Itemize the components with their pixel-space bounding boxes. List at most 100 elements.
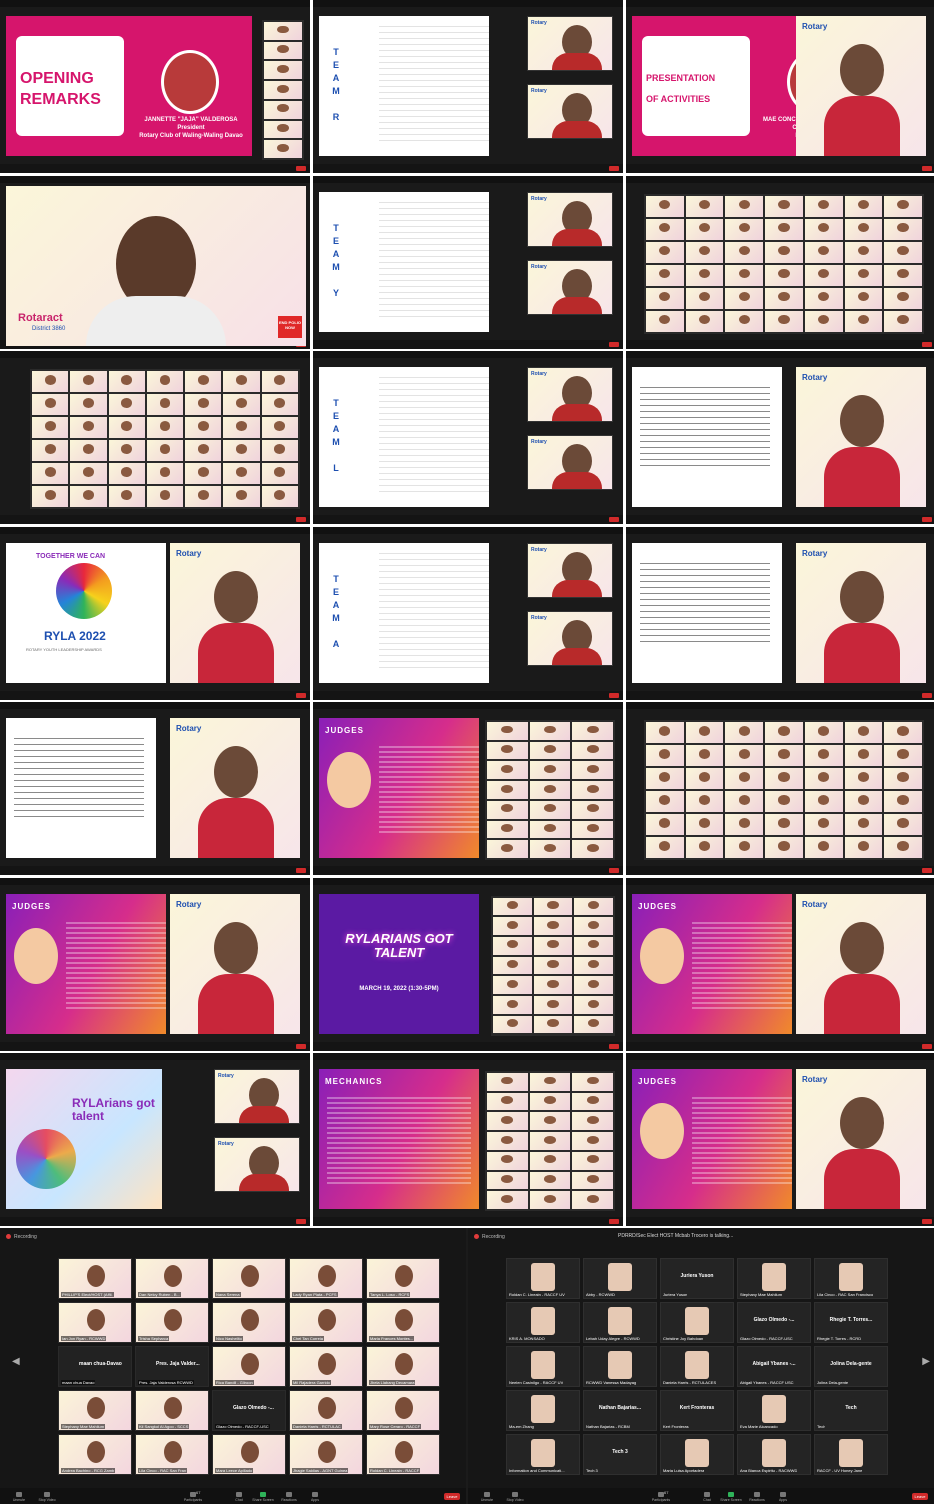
participant-tile[interactable]: Rica Bandil - Gliroon [212,1346,286,1387]
participant-tile[interactable]: Neelen Casinilgo - RACCF UV [506,1346,580,1387]
toolbar-stop-video-button[interactable]: Stop Video [34,1492,60,1502]
participant-tile[interactable]: Roldan C. Lineain - RACCF UV [506,1258,580,1299]
participant-tile[interactable]: Mil Rajadera Garrido [289,1346,363,1387]
toolbar-participants-button[interactable]: Participants [648,1492,674,1502]
leave-button[interactable]: Leave [444,1493,460,1500]
participant-tile[interactable]: maan chua-Davao maan chua Davao [58,1346,132,1387]
participant-tile[interactable]: Lebah Uday Alegre - RCWWD [583,1302,657,1343]
toolbar-reactions-button[interactable]: Reactions [276,1492,302,1502]
participant-tile[interactable]: Mary Rose Ceraro - RACCF [366,1390,440,1431]
participant-tile[interactable]: KRIS A. MONSADO [506,1302,580,1343]
end-button[interactable] [922,517,932,522]
participant-tile[interactable]: Jhela Llabang Decamara [366,1346,440,1387]
participant-tile[interactable]: Kil Sangkol Al Agoo - SCCS [135,1390,209,1431]
gallery-thumb [804,287,843,309]
end-button[interactable] [922,166,932,171]
participant-tile[interactable]: Tech 3 Tech 3 [583,1434,657,1475]
end-button[interactable] [609,692,619,698]
end-button[interactable] [922,868,932,873]
participant-tile[interactable]: Lady Ryan Plata - PCFS [289,1258,363,1299]
next-page-icon[interactable]: ▶ [922,1356,930,1367]
participant-avatar [531,1395,555,1423]
participant-tile[interactable]: Stephany Mae Mahilum [737,1258,811,1299]
leave-button[interactable]: Leave [912,1493,928,1500]
participant-tile[interactable]: Maria Luisa Aportadera [660,1434,734,1475]
participant-tile[interactable]: Trisha Sepharca [135,1302,209,1343]
end-button[interactable] [922,1219,932,1224]
participant-tile[interactable]: Tech Tech [814,1390,888,1431]
toolbar-chat-button[interactable]: Chat [694,1492,720,1502]
participant-tile[interactable]: RACCF - UV Honey Jane [814,1434,888,1475]
participant-tile[interactable]: Daniela Harris - RCTULACES [660,1346,734,1387]
participant-tile[interactable]: Information and Communicati... [506,1434,580,1475]
toolbar-reactions-button[interactable]: Reactions [744,1492,770,1502]
toolbar-share-screen-button[interactable]: Share Screen [250,1492,276,1502]
participant-tile[interactable]: Nana Serena [212,1258,286,1299]
end-button[interactable] [609,1043,619,1049]
participant-tile[interactable]: Ma-em Zhang [506,1390,580,1431]
participant-name-display: Abigail Ybanes -... [752,1361,796,1367]
prev-page-icon[interactable]: ◀ [12,1356,20,1367]
end-button[interactable] [296,1219,306,1224]
participant-tile[interactable]: Eva Marie Alcancado [737,1390,811,1431]
end-button[interactable] [609,517,619,522]
end-button[interactable] [922,341,932,347]
toolbar-participants-button[interactable]: Participants [180,1492,206,1502]
toolbar-stop-video-button[interactable]: Stop Video [502,1492,528,1502]
participant-tile[interactable]: Roldan C. Lineain - RACCF [366,1434,440,1475]
participant-tile[interactable]: Mara Leece Apillado [212,1434,286,1475]
end-button[interactable] [609,166,619,171]
end-button[interactable] [296,692,306,698]
participant-tile[interactable]: Andrea Bachino - RCG Zamb [58,1434,132,1475]
end-button[interactable] [922,1043,932,1049]
end-button[interactable] [609,868,619,873]
roster-table [379,377,489,497]
participant-tile[interactable]: Stephany Mae Mahilum [58,1390,132,1431]
participant-tile[interactable]: Rhegie T. Torres... Rhegie T. Torres - RC… [814,1302,888,1343]
end-button[interactable] [609,1219,619,1224]
participant-tile[interactable]: RCWWD Vanessa Madayag [583,1346,657,1387]
end-button[interactable] [609,341,619,347]
participant-tile[interactable]: Nico Nashelito [212,1302,286,1343]
gallery-thumb [725,218,764,240]
participant-tile[interactable]: Jolina Dela-gente Jolina Dela-gente [814,1346,888,1387]
roster-table [379,201,489,322]
end-button[interactable] [296,868,306,873]
participant-tile[interactable]: Nathan Bajarias... Nathan Bajarias - RCBM [583,1390,657,1431]
participant-video-tile: Rotary [527,16,613,71]
toolbar-chat-button[interactable]: Chat [226,1492,252,1502]
participant-tile[interactable]: Lila Cinco - RAC San Francisco [814,1258,888,1299]
end-button[interactable] [296,517,306,522]
participant-tile[interactable]: Tanya L. Loso - RCFS [366,1258,440,1299]
participant-tile[interactable]: Kert Fronteras Kert Fronteras [660,1390,734,1431]
participant-tile[interactable]: Glazo Olmedo -... Glazo Olmedo - RACCF-US… [737,1302,811,1343]
participant-tile[interactable]: Abigail Ybanes -... Abigail Ybanes - RACC… [737,1346,811,1387]
participant-tile[interactable]: Glazo Olmedo -... Glazo Olmedo - RACCF-US… [212,1390,286,1431]
participant-tile[interactable]: Abby - RCWWD [583,1258,657,1299]
participant-tile[interactable]: Chel Tan Correia [289,1302,363,1343]
participant-tile[interactable]: Ana Bianca Espiritu - RACWWD [737,1434,811,1475]
toolbar-unmute-button[interactable]: Unmute [6,1492,32,1502]
participant-tile[interactable]: Ian Jon Ryan - RCWWD [58,1302,132,1343]
participant-tile[interactable]: Christine Joy Bahdoan [660,1302,734,1343]
end-button[interactable] [296,1043,306,1049]
participant-tile[interactable]: Pres. Jaja Valder... Pres. Jaja Valderosa… [135,1346,209,1387]
toolbar-share-screen-button[interactable]: Share Screen [718,1492,744,1502]
participant-tile[interactable]: Dan Nelcy Ruben - B... [135,1258,209,1299]
end-button[interactable] [296,166,306,171]
toolbar-apps-button[interactable]: Apps [770,1492,796,1502]
toolbar-apps-button[interactable]: Apps [302,1492,328,1502]
participant-tile[interactable]: Daniela Harris - RCTULAC [289,1390,363,1431]
participant-tile[interactable]: PHILLIP'S Elect/HOST (Affil. [58,1258,132,1299]
participant-label: Nana Serena [215,1292,241,1297]
end-button[interactable] [922,692,932,698]
gallery-thumb [108,371,145,392]
participant-tile[interactable]: Juriera Yuson Juriera Yuson [660,1258,734,1299]
participant-tile[interactable]: Jhagie Saldias - AGNT Guinea [289,1434,363,1475]
participant-tile[interactable]: Lila Cinco - RAC San Fran [135,1434,209,1475]
participant-label: Ana Bianca Espiritu - RACWWD [740,1468,798,1473]
gallery-thumb [685,768,724,789]
participant-tile[interactable]: Maria Frances Montes... [366,1302,440,1343]
gallery-thumb [572,800,613,819]
toolbar-unmute-button[interactable]: Unmute [474,1492,500,1502]
